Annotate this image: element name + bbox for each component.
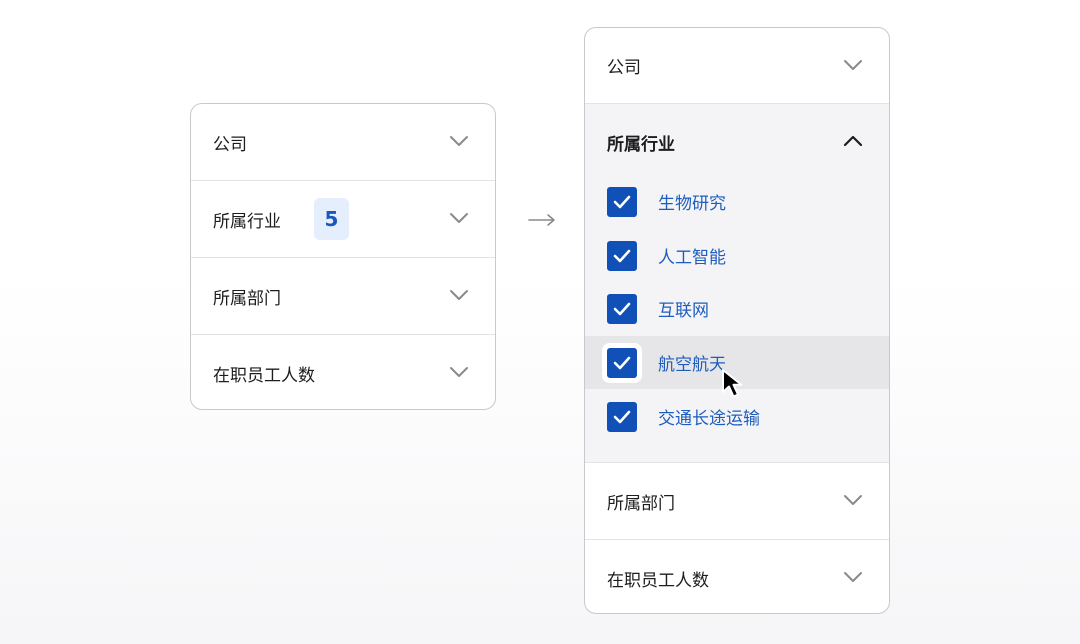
filter-panel-collapsed: 公司 所属行业 5 所属部门 在职员工人数 [190, 103, 496, 410]
arrow-right-icon [527, 212, 557, 231]
chevron-down-icon [449, 135, 469, 147]
option-label: 互联网 [658, 301, 709, 321]
chevron-up-icon [843, 135, 863, 147]
chevron-down-icon [843, 59, 863, 71]
industry-filter-section: 所属行业 生物研究 人工智能 互联网 航空航天 交通长途运输 [585, 104, 889, 463]
filter-row-company[interactable]: 公司 [585, 28, 889, 104]
option-label: 航空航天 [658, 355, 726, 375]
chevron-down-icon [449, 366, 469, 378]
checkbox-checked[interactable] [607, 240, 637, 271]
filter-row-staff-count[interactable]: 在职员工人数 [191, 335, 495, 409]
filter-label-industry: 所属行业 [607, 134, 675, 155]
filter-panel-expanded: 公司 所属行业 生物研究 人工智能 互联网 航空航天 交通长途运输 所属部门 在… [584, 27, 890, 614]
filter-label-staff-count: 在职员工人数 [213, 365, 315, 386]
checkmark-icon [613, 356, 631, 369]
mouse-pointer-icon [720, 368, 750, 404]
industry-option[interactable]: 生物研究 [585, 175, 889, 228]
chevron-down-icon [843, 494, 863, 506]
checkbox-checked[interactable] [607, 401, 637, 432]
filter-label-department: 所属部门 [607, 493, 675, 514]
filter-row-company[interactable]: 公司 [191, 104, 495, 181]
filter-row-staff-count[interactable]: 在职员工人数 [585, 540, 889, 613]
filter-label-company: 公司 [607, 58, 641, 78]
checkbox-checked[interactable] [607, 293, 637, 324]
checkbox-checked[interactable] [607, 186, 637, 217]
filter-row-industry[interactable]: 所属行业 [585, 104, 889, 180]
chevron-down-icon [449, 289, 469, 301]
checkmark-icon [613, 195, 631, 208]
checkmark-icon [613, 410, 631, 423]
chevron-down-icon [843, 571, 863, 583]
filter-row-industry[interactable]: 所属行业 5 [191, 181, 495, 258]
filter-label-staff-count: 在职员工人数 [607, 570, 709, 591]
filter-label-department: 所属部门 [213, 288, 281, 309]
option-label: 生物研究 [658, 194, 726, 214]
checkmark-icon [613, 249, 631, 262]
industry-option[interactable]: 互联网 [585, 282, 889, 335]
filter-label-company: 公司 [213, 134, 247, 155]
option-label: 人工智能 [658, 248, 726, 268]
option-label: 交通长途运输 [658, 409, 760, 429]
checkmark-icon [613, 302, 631, 315]
chevron-down-icon [449, 212, 469, 224]
selected-count-badge: 5 [314, 198, 349, 240]
industry-option[interactable]: 人工智能 [585, 229, 889, 282]
checkbox-checked[interactable] [607, 347, 637, 378]
filter-row-department[interactable]: 所属部门 [191, 258, 495, 335]
filter-row-department[interactable]: 所属部门 [585, 463, 889, 540]
